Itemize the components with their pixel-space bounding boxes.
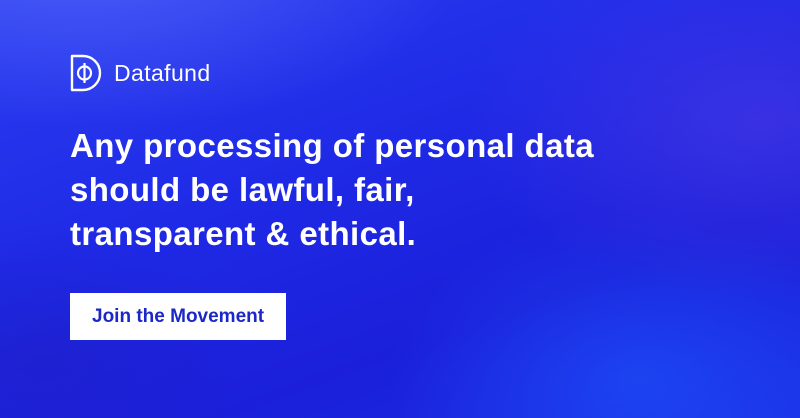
hero-banner: Datafund Any processing of personal data… [0, 0, 800, 418]
brand-name: Datafund [114, 59, 211, 86]
datafund-logo-icon [70, 54, 102, 92]
join-the-movement-button[interactable]: Join the Movement [70, 293, 287, 340]
headline-line-1: Any processing of personal data [70, 127, 595, 164]
headline-line-3: transparent & ethical. [70, 215, 417, 252]
headline: Any processing of personal data should b… [70, 124, 760, 256]
headline-line-2: should be lawful, fair, [70, 171, 415, 208]
brand[interactable]: Datafund [70, 54, 211, 92]
